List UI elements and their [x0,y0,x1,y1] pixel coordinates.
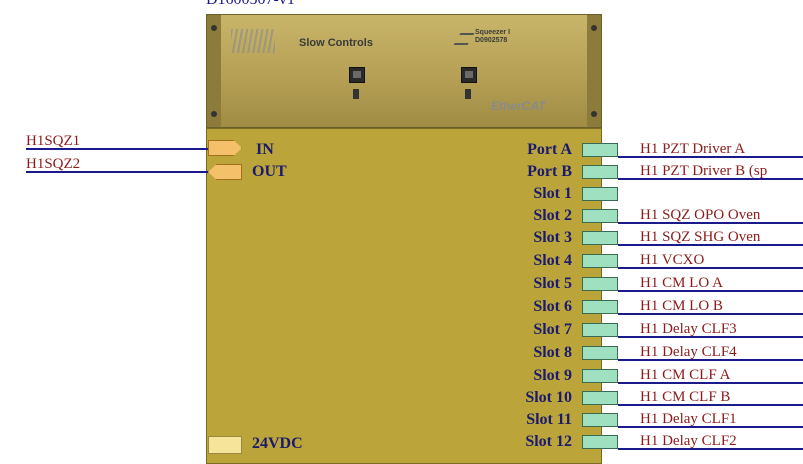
port-label: Slot 4 [533,252,572,269]
out-port-label: OUT [252,163,287,180]
port-connector[interactable] [582,323,618,337]
link-label[interactable]: H1 CM LO A [640,276,723,291]
port-connector[interactable] [582,413,618,427]
led-icon [353,89,359,99]
port-label: Slot 3 [533,229,572,246]
link-label[interactable]: H1 Delay CLF4 [640,345,737,360]
screw-icon [591,25,597,31]
port-label: Slot 9 [533,367,572,384]
screw-icon [591,111,597,117]
chassis-front-title: Slow Controls [299,37,373,49]
port-connector[interactable] [582,391,618,405]
ethernet-port-icon [349,67,365,83]
port-label: Port B [527,163,572,180]
port-connector[interactable] [582,346,618,360]
port-label: Port A [527,141,572,158]
link-label[interactable]: H1 VCXO [640,253,704,268]
link-label[interactable]: H1 CM CLF B [640,390,730,405]
chassis-label-line1: Squeezer I [475,29,511,36]
ligo-logo-icon [231,29,275,53]
link-label[interactable]: H1 SQZ SHG Oven [640,230,760,245]
link-label[interactable]: H1 PZT Driver B (sp [640,164,767,179]
port-connector[interactable] [582,143,618,157]
left-link-label[interactable]: H1SQZ1 [26,134,80,149]
link-label[interactable]: H1 Delay CLF3 [640,322,737,337]
port-label: Slot 6 [533,298,572,315]
screw-icon [211,25,217,31]
in-port-label: IN [256,141,274,158]
link-label[interactable]: H1 SQZ OPO Oven [640,208,760,223]
port-connector[interactable] [582,187,618,201]
link-label[interactable]: H1 Delay CLF2 [640,434,737,449]
port-connector[interactable] [582,435,618,449]
port-label: Slot 5 [533,275,572,292]
chassis-label-line2: D0902578 [475,37,508,44]
port-label: Slot 7 [533,321,572,338]
link-label[interactable]: H1 CM CLF A [640,368,730,383]
port-connector[interactable] [582,254,618,268]
chassis-label: Squeezer I D0902578 [475,29,510,45]
arrows-icon [453,33,475,45]
port-label: Slot 11 [526,411,572,428]
port-connector[interactable] [582,369,618,383]
led-icon [465,89,471,99]
port-label: Slot 8 [533,344,572,361]
power-connector [208,436,242,454]
port-connector[interactable] [582,300,618,314]
chassis-photo: Slow Controls Squeezer I D0902578 EtherC… [206,14,602,128]
left-link-line [26,171,208,173]
port-connector[interactable] [582,165,618,179]
port-label: Slot 10 [525,389,572,406]
link-label[interactable]: H1 CM LO B [640,299,723,314]
port-connector[interactable] [582,209,618,223]
left-link-label[interactable]: H1SQZ2 [26,157,80,172]
ethernet-port-icon [461,67,477,83]
power-port-label: 24VDC [252,435,303,452]
link-label[interactable]: H1 Delay CLF1 [640,412,737,427]
ethercat-logo: EtherCAT [491,99,546,113]
screw-icon [211,111,217,117]
port-label: Slot 12 [525,433,572,450]
port-label: Slot 1 [533,185,572,202]
port-connector[interactable] [582,231,618,245]
port-label: Slot 2 [533,207,572,224]
link-label[interactable]: H1 PZT Driver A [640,142,745,157]
document-title: D1600507-v1 [206,0,295,9]
port-connector[interactable] [582,277,618,291]
left-link-line [26,148,208,150]
